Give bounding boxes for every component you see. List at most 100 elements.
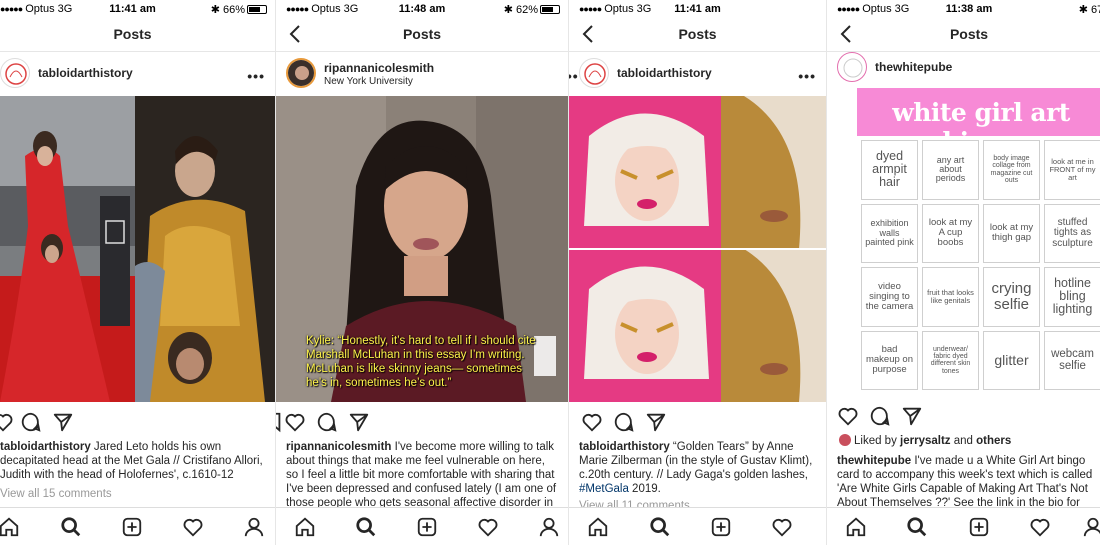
post-actions: [276, 408, 568, 436]
liker-username[interactable]: jerrysaltz: [900, 435, 951, 447]
liked-mid: and: [950, 435, 977, 447]
profile-icon[interactable]: [538, 516, 560, 538]
heart-icon[interactable]: [581, 411, 603, 433]
status-bar: ●●●●● Optus 3G 11:41 am ✱ 66%: [0, 0, 275, 18]
more-options-icon[interactable]: •••: [569, 68, 579, 84]
post-panel-2: ●●●●● Optus 3G 11:48 am ✱ 62% Posts ripa…: [275, 0, 568, 545]
post-caption: tabloidarthistory “Golden Tears” by Anne…: [579, 440, 818, 496]
bookmark-icon[interactable]: [275, 411, 284, 433]
bingo-header: white girl art bingo: [857, 88, 1100, 156]
battery-icon: [540, 5, 560, 14]
add-post-icon[interactable]: [968, 516, 990, 538]
post-actions: [827, 402, 1100, 430]
bottom-tab-bar: [569, 507, 826, 545]
caption-username[interactable]: tabloidarthistory: [0, 441, 91, 453]
comment-icon[interactable]: [869, 405, 891, 427]
bingo-cell: exhibition walls painted pink: [861, 203, 918, 263]
post-image[interactable]: [0, 96, 275, 402]
share-icon[interactable]: [52, 411, 74, 433]
post-username[interactable]: thewhitepube: [875, 60, 952, 74]
bingo-cell: any art about periods: [922, 140, 979, 200]
activity-heart-icon[interactable]: [477, 516, 499, 538]
activity-heart-icon[interactable]: [1029, 516, 1051, 538]
share-icon[interactable]: [645, 411, 667, 433]
post-header: ••• tabloidarthistory •••: [569, 56, 826, 94]
post-actions: [0, 408, 275, 436]
bottom-tab-bar: [276, 507, 568, 545]
bookmark-icon[interactable]: [568, 411, 571, 433]
battery-percent: 67%: [1090, 4, 1100, 16]
view-comments-link[interactable]: View all 15 comments: [0, 488, 112, 500]
hashtag-link[interactable]: #MetGala: [579, 483, 629, 495]
bingo-cell: bad makeup on purpose: [861, 330, 918, 390]
heart-icon[interactable]: [284, 411, 306, 433]
more-options-icon[interactable]: •••: [798, 68, 816, 84]
heart-icon[interactable]: [0, 411, 14, 433]
battery-percent: 62%: [515, 4, 538, 16]
bottom-tab-bar: [827, 507, 1100, 545]
battery-icon: [247, 5, 267, 14]
share-icon[interactable]: [348, 411, 370, 433]
heart-icon[interactable]: [837, 405, 859, 427]
bingo-cell: webcam selfie: [1044, 330, 1100, 390]
search-icon[interactable]: [60, 516, 82, 538]
post-image[interactable]: [569, 96, 826, 402]
caption-username[interactable]: ripannanicolesmith: [286, 441, 391, 453]
avatar[interactable]: [837, 52, 867, 82]
bluetooth-icon: ✱: [210, 4, 220, 16]
post-username[interactable]: tabloidarthistory: [617, 66, 712, 80]
avatar[interactable]: [286, 58, 316, 88]
comment-icon[interactable]: [20, 411, 42, 433]
caption-username[interactable]: thewhitepube: [837, 455, 911, 467]
activity-heart-icon[interactable]: [182, 516, 204, 538]
bingo-cell: video singing to the camera: [861, 267, 918, 327]
nav-bar: Posts: [569, 18, 826, 52]
post-image[interactable]: white girl art bingo dyed armpit hair an…: [827, 88, 1100, 396]
page-title: Posts: [949, 26, 989, 42]
liker-avatar[interactable]: [839, 434, 851, 446]
profile-icon[interactable]: [1082, 516, 1100, 538]
add-post-icon[interactable]: [416, 516, 438, 538]
post-header: tabloidarthistory •••: [0, 56, 275, 94]
search-icon[interactable]: [649, 516, 671, 538]
profile-icon[interactable]: [243, 516, 265, 538]
liked-others-link[interactable]: others: [976, 435, 1011, 447]
bingo-cell: hotline bling lighting: [1044, 267, 1100, 327]
avatar[interactable]: [0, 58, 30, 88]
post-location[interactable]: New York University: [324, 76, 413, 87]
video-subtitle: Kylie: “Honestly, it’s hard to tell if I…: [306, 335, 536, 389]
avatar[interactable]: [579, 58, 609, 88]
add-post-icon[interactable]: [710, 516, 732, 538]
home-icon[interactable]: [0, 516, 20, 538]
search-icon[interactable]: [906, 516, 928, 538]
liked-prefix: Liked by: [854, 435, 901, 447]
caption-username[interactable]: tabloidarthistory: [579, 441, 670, 453]
home-icon[interactable]: [587, 516, 609, 538]
share-icon[interactable]: [901, 405, 923, 427]
home-icon[interactable]: [845, 516, 867, 538]
bingo-cell: stuffed tights as sculpture: [1044, 203, 1100, 263]
status-bar: ●●●●● Optus 3G 11:38 am ✱ 67%: [827, 0, 1100, 18]
status-bar: ●●●●● Optus 3G 11:41 am: [569, 0, 826, 18]
home-icon[interactable]: [294, 516, 316, 538]
add-post-icon[interactable]: [121, 516, 143, 538]
comment-icon[interactable]: [613, 411, 635, 433]
nav-bar: Posts: [0, 18, 275, 52]
status-time: 11:38 am: [945, 3, 993, 15]
bingo-cell: crying selfie: [983, 267, 1040, 327]
post-username[interactable]: tabloidarthistory: [38, 66, 133, 80]
liked-by-line: Liked by jerrysaltz and others: [839, 434, 1011, 447]
bluetooth-icon: ✱: [503, 4, 513, 16]
post-username[interactable]: ripannanicolesmith: [324, 61, 434, 75]
activity-heart-icon[interactable]: [771, 516, 793, 538]
status-bar: ●●●●● Optus 3G 11:48 am ✱ 62%: [276, 0, 568, 18]
bingo-cell: look at me in FRONT of my art: [1044, 140, 1100, 200]
post-video-still[interactable]: Kylie: “Honestly, it’s hard to tell if I…: [276, 96, 568, 402]
caption-tail: 2019.: [628, 483, 661, 495]
more-options-icon[interactable]: •••: [247, 68, 265, 84]
comment-icon[interactable]: [316, 411, 338, 433]
bingo-cell: dyed armpit hair: [861, 140, 918, 200]
status-time: 11:41 am: [674, 3, 721, 15]
search-icon[interactable]: [355, 516, 377, 538]
bottom-tab-bar: [0, 507, 275, 545]
